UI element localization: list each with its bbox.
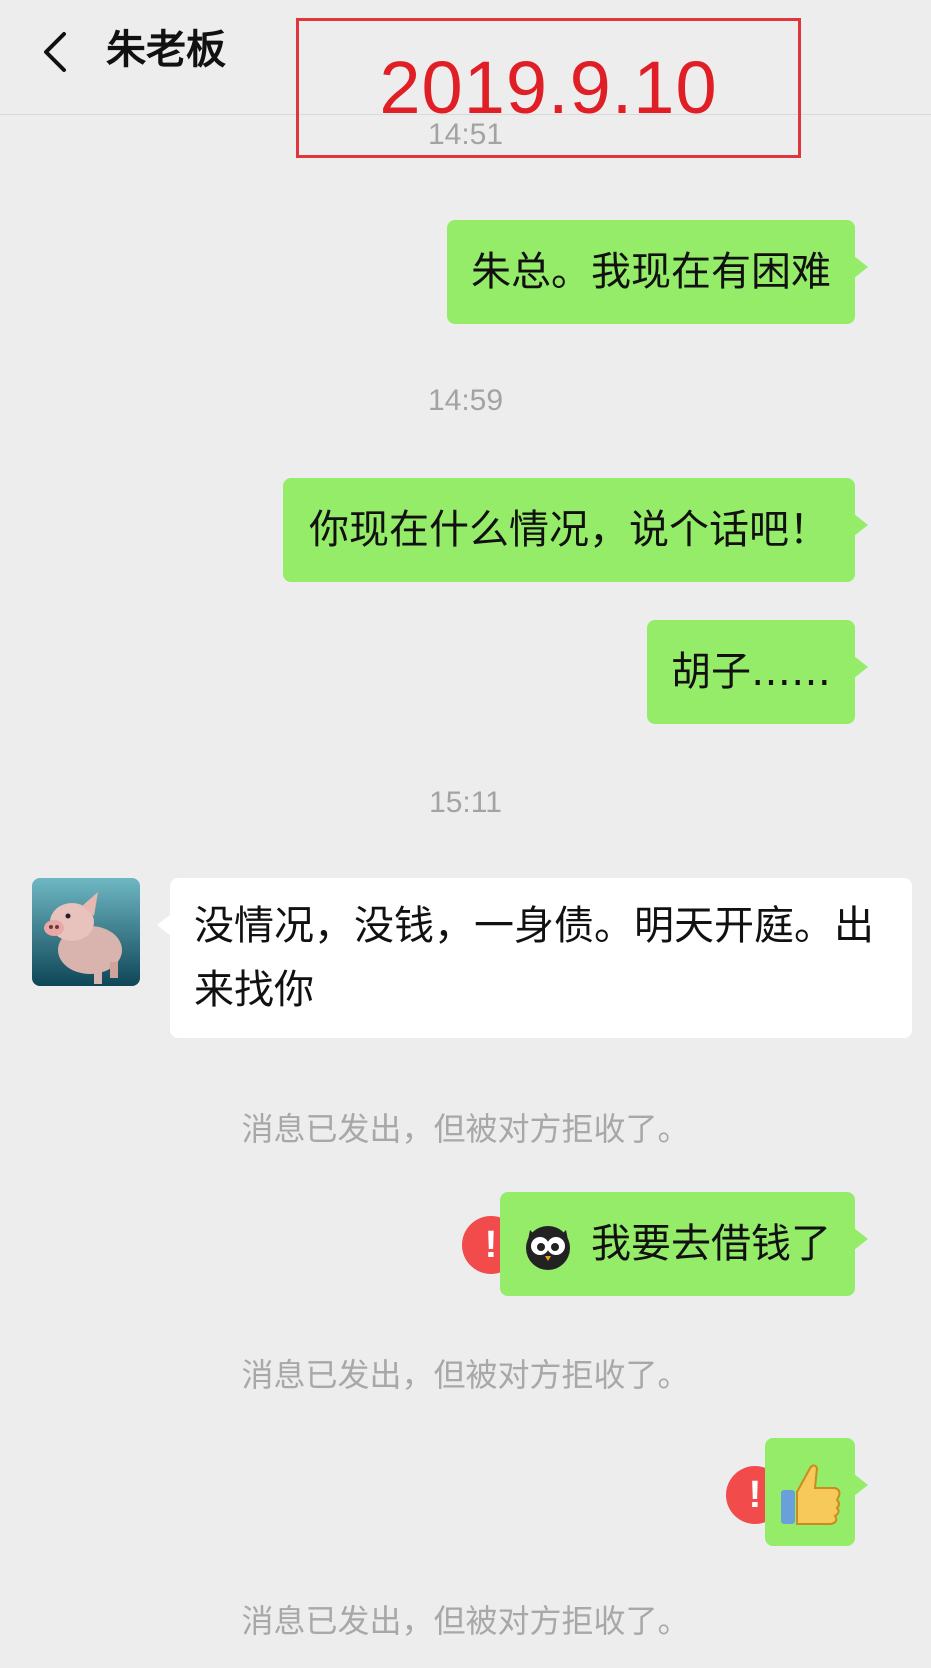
message-bubble-sent[interactable]: 朱总。我现在有困难	[447, 220, 868, 324]
rejected-notice: 消息已发出，但被对方拒收了。	[241, 1602, 690, 1640]
message-text: 我要去借钱了	[591, 1221, 831, 1267]
rejected-notice: 消息已发出，但被对方拒收了。	[241, 1110, 690, 1148]
message-text: 朱总。我现在有困难	[471, 249, 831, 295]
message-text: 你现在什么情况，说个话吧！	[309, 507, 829, 553]
message-text: 胡子……	[671, 649, 831, 695]
message-text: 没情况，没钱，一身债。明天开庭。出来找你	[194, 903, 874, 1013]
timestamp: 14:51	[427, 118, 504, 151]
pig-avatar-icon	[32, 878, 140, 986]
timestamp: 14:59	[427, 384, 504, 417]
thumbs-up-icon	[781, 1464, 841, 1525]
contact-avatar[interactable]	[32, 878, 140, 986]
message-bubble-sent[interactable]: 我要去借钱了	[500, 1192, 868, 1296]
message-bubble-received[interactable]: 没情况，没钱，一身债。明天开庭。出来找你	[157, 878, 912, 1038]
message-bubble-sent[interactable]: 胡子……	[647, 620, 868, 724]
timestamp: 15:11	[429, 786, 502, 819]
message-bubble-sent[interactable]	[765, 1438, 868, 1546]
message-bubble-sent[interactable]: 你现在什么情况，说个话吧！	[283, 478, 868, 582]
owl-emoji-icon	[526, 1226, 571, 1270]
chevron-left-icon[interactable]	[38, 30, 74, 74]
chat-title: 朱老板	[106, 27, 226, 73]
rejected-notice: 消息已发出，但被对方拒收了。	[241, 1356, 690, 1394]
